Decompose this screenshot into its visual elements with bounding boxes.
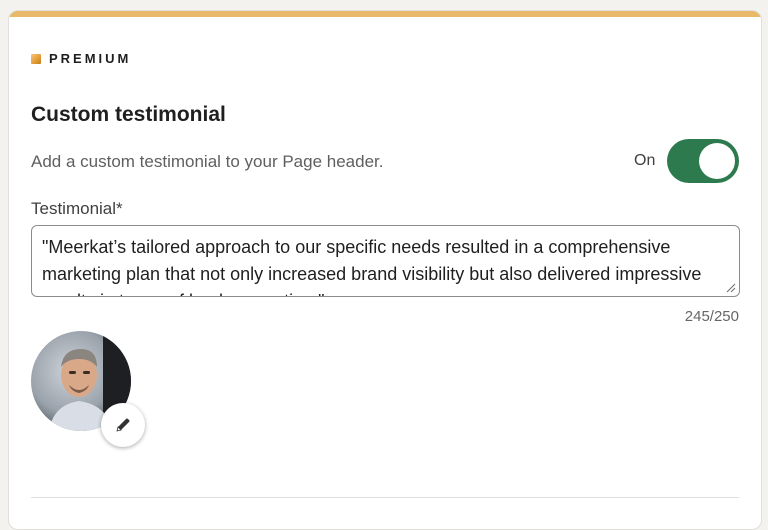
premium-accent-bar xyxy=(9,11,761,17)
custom-testimonial-card: PREMIUM Custom testimonial Add a custom … xyxy=(8,10,762,530)
section-description: Add a custom testimonial to your Page he… xyxy=(31,152,384,171)
resize-grip-icon[interactable] xyxy=(726,283,736,293)
section-divider xyxy=(31,497,739,498)
premium-label: PREMIUM xyxy=(49,51,132,66)
toggle-state-label: On xyxy=(634,152,656,169)
premium-icon xyxy=(31,53,41,64)
section-title: Custom testimonial xyxy=(31,103,226,126)
character-count: 245/250 xyxy=(684,308,739,325)
pencil-icon xyxy=(116,418,130,432)
edit-avatar-button[interactable] xyxy=(101,403,145,447)
avatar-container xyxy=(31,331,145,447)
testimonial-field-label: Testimonial* xyxy=(31,199,123,218)
testimonial-text: "Meerkat’s tailored approach to our spec… xyxy=(42,237,702,296)
toggle-knob xyxy=(699,143,735,179)
premium-badge: PREMIUM xyxy=(31,51,131,66)
testimonial-toggle[interactable] xyxy=(667,139,739,183)
testimonial-textarea[interactable]: "Meerkat’s tailored approach to our spec… xyxy=(31,225,740,297)
